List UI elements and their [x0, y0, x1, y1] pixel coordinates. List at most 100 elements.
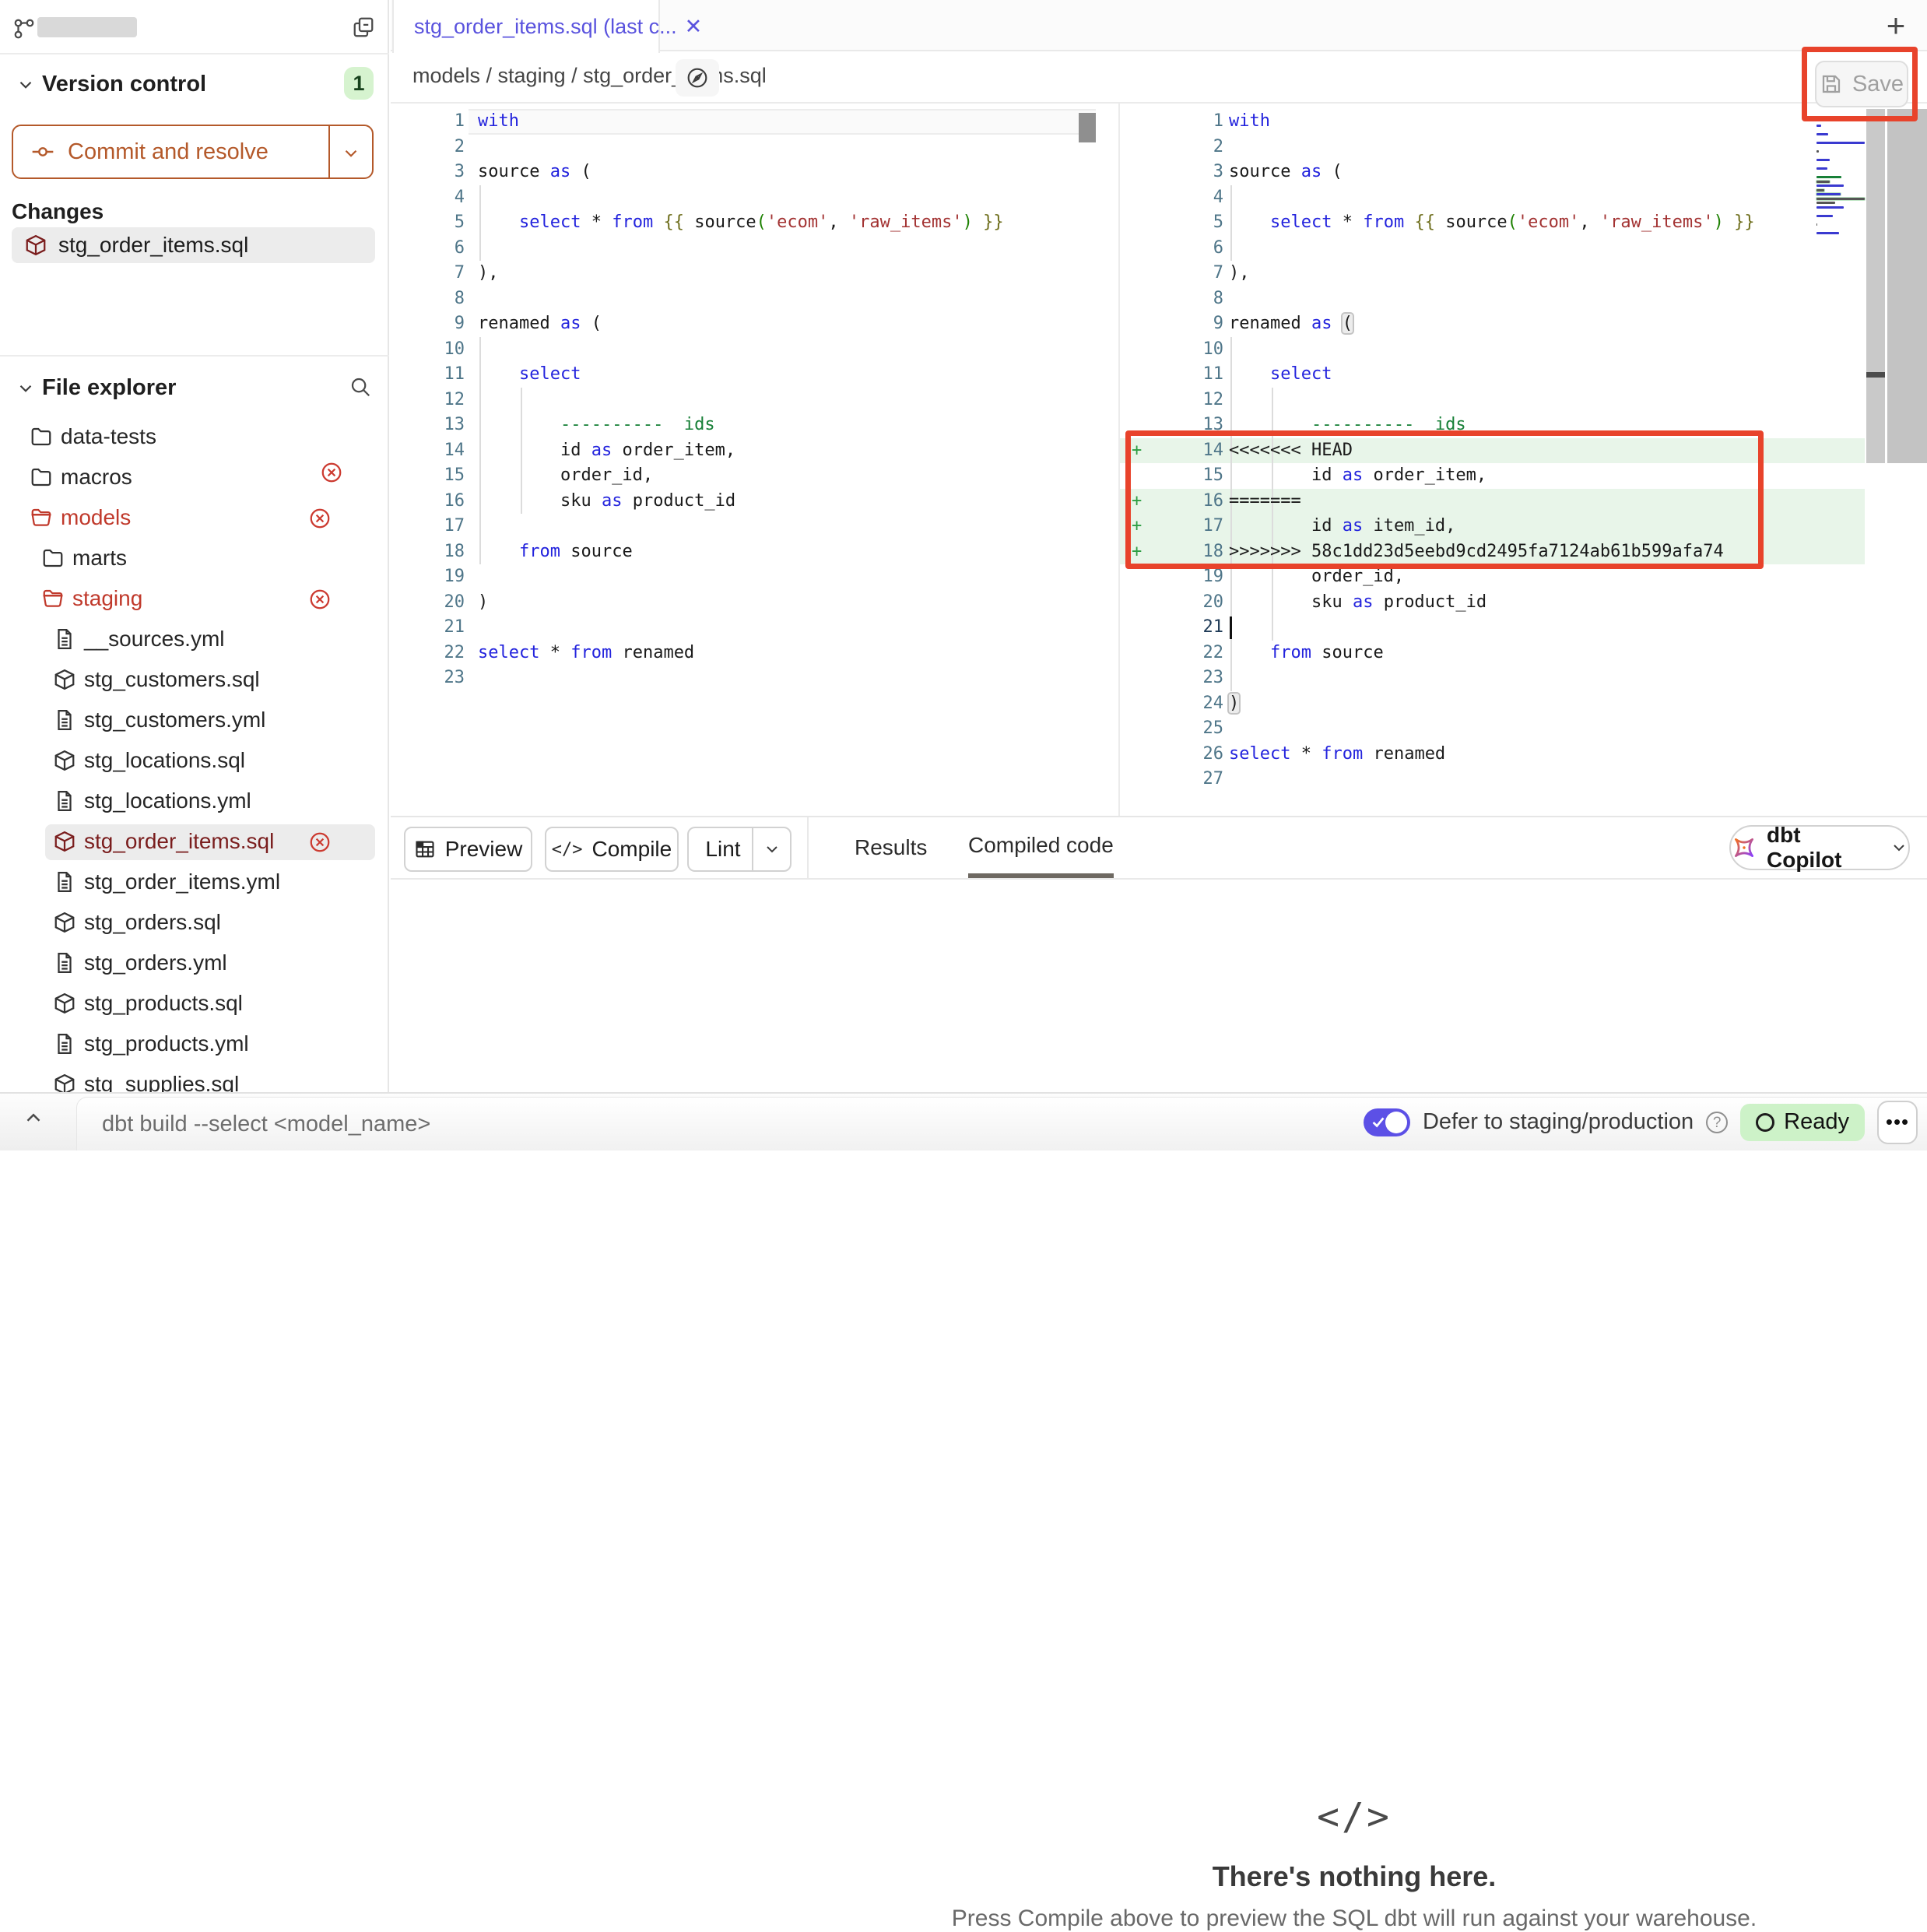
file-item-stg-order-items-yml[interactable]: stg_order_items.yml [0, 862, 389, 903]
minimap[interactable] [1816, 125, 1865, 241]
commit-button-label: Commit and resolve [68, 139, 269, 165]
defer-toggle[interactable] [1364, 1108, 1410, 1136]
file-icon [53, 708, 78, 733]
status-label: Ready [1784, 1109, 1849, 1135]
diff-added-marker: + [1132, 438, 1142, 464]
line-number: 22 [1169, 641, 1223, 666]
file-item-stg-customers-yml[interactable]: stg_customers.yml [0, 701, 389, 741]
commit-and-resolve-button[interactable]: Commit and resolve [12, 125, 374, 179]
file-item-data-tests[interactable]: data-tests [0, 417, 389, 458]
line-number: 12 [410, 388, 465, 413]
lint-dropdown-chevron-icon[interactable] [763, 840, 781, 859]
lineage-button[interactable] [676, 59, 719, 97]
code-line: select [1229, 362, 1332, 388]
model-icon [53, 830, 78, 855]
search-icon[interactable] [349, 375, 372, 399]
more-options-button[interactable]: ••• [1877, 1101, 1918, 1144]
discard-change-icon[interactable] [308, 507, 332, 530]
file-item-stg-products-yml[interactable]: stg_products.yml [0, 1024, 389, 1065]
code-line: ), [1229, 261, 1250, 286]
code-line: select [478, 362, 581, 388]
file-icon [53, 627, 78, 652]
line-number: 2 [1169, 135, 1223, 160]
file-item--sources-yml[interactable]: __sources.yml [0, 620, 389, 660]
model-cube-icon [24, 234, 47, 257]
line-number: 10 [410, 337, 465, 363]
file-item-models[interactable]: models [0, 498, 389, 539]
commit-dropdown-chevron-icon[interactable] [341, 143, 361, 163]
line-number: 23 [1169, 666, 1223, 691]
file-item-stg-orders-yml[interactable]: stg_orders.yml [0, 943, 389, 984]
lint-button[interactable]: Lint [687, 827, 792, 872]
compile-label: Compile [592, 837, 672, 862]
toolbar-divider [807, 817, 809, 878]
code-line: sku as product_id [1229, 590, 1486, 616]
line-number: 16 [1169, 489, 1223, 515]
branch-icon[interactable] [12, 17, 36, 40]
left-scrollbar-thumb[interactable] [1079, 113, 1096, 142]
file-item-stg-locations-sql[interactable]: stg_locations.sql [0, 741, 389, 782]
line-number: 20 [1169, 590, 1223, 616]
line-number: 11 [1169, 362, 1223, 388]
tab-stg-order-items[interactable]: stg_order_items.sql (last c... ✕ [392, 0, 660, 53]
window-scrollbar[interactable] [1887, 109, 1927, 463]
file-item-marts[interactable]: marts [0, 539, 389, 579]
results-toolbar: Preview </> Compile Lint Results Compile… [391, 817, 1927, 880]
line-number: 4 [1169, 185, 1223, 211]
code-line: source as ( [1229, 160, 1343, 185]
file-explorer-title: File explorer [42, 375, 176, 401]
folder-icon [30, 465, 54, 490]
file-item-stg-products-sql[interactable]: stg_products.sql [0, 984, 389, 1024]
version-control-chevron-icon[interactable] [16, 75, 36, 95]
empty-state: </> There's nothing here. Press Compile … [952, 1795, 1757, 1932]
line-number: 7 [410, 261, 465, 286]
copy-icon[interactable] [352, 16, 375, 39]
file-item-label: stg_orders.sql [84, 910, 221, 935]
code-line: from source [478, 539, 633, 565]
tab-compiled-code[interactable]: Compiled code [968, 817, 1114, 878]
branch-name-placeholder[interactable] [37, 17, 137, 37]
line-number: 17 [1169, 514, 1223, 539]
line-number: 23 [410, 666, 465, 691]
line-number: 14 [1169, 438, 1223, 464]
compile-button[interactable]: </> Compile [545, 827, 679, 872]
preview-button[interactable]: Preview [404, 827, 532, 872]
empty-state-title: There's nothing here. [952, 1860, 1757, 1893]
preview-label: Preview [445, 837, 523, 862]
file-item-stg-order-items-sql[interactable]: stg_order_items.sql [0, 822, 389, 862]
code-line: select * from renamed [478, 641, 694, 666]
text-cursor [1230, 616, 1232, 639]
file-item-stg-customers-sql[interactable]: stg_customers.sql [0, 660, 389, 701]
line-number: 10 [1169, 337, 1223, 363]
collapse-chevron-icon[interactable] [22, 1106, 53, 1137]
new-tab-button[interactable]: + [1877, 8, 1915, 45]
tab-close-icon[interactable]: ✕ [685, 15, 703, 39]
line-number: 9 [410, 311, 465, 337]
file-item-stg-orders-sql[interactable]: stg_orders.sql [0, 903, 389, 943]
minimap-scrollbar[interactable] [1866, 109, 1885, 463]
code-line: source as ( [478, 160, 591, 185]
minimap-scrollbar-handle[interactable] [1866, 372, 1885, 378]
file-icon [53, 1032, 78, 1057]
code-pane-current[interactable]: 1with23source as (45 select * from {{ so… [1118, 104, 1927, 816]
line-number: 2 [410, 135, 465, 160]
file-item-macros[interactable]: macros [0, 458, 389, 498]
file-icon [53, 951, 78, 976]
dbt-copilot-button[interactable]: dbt Copilot [1729, 825, 1910, 870]
changed-file-item[interactable]: stg_order_items.sql [12, 227, 375, 263]
file-item-label: stg_customers.yml [84, 708, 265, 732]
code-line: ---------- ids [478, 413, 715, 438]
line-number: 21 [410, 615, 465, 641]
file-explorer-chevron-icon[interactable] [16, 378, 36, 399]
help-icon[interactable]: ? [1706, 1112, 1728, 1133]
code-line: order_id, [1229, 564, 1404, 590]
line-number: 12 [1169, 388, 1223, 413]
code-pane-last-commit[interactable]: 1with23source as (45 select * from {{ so… [391, 104, 1117, 816]
discard-change-icon[interactable] [308, 588, 332, 611]
save-button[interactable]: Save [1815, 61, 1908, 107]
file-item-stg-locations-yml[interactable]: stg_locations.yml [0, 782, 389, 822]
tab-results[interactable]: Results [855, 817, 927, 878]
file-item-staging[interactable]: staging [0, 579, 389, 620]
discard-change-icon[interactable] [308, 831, 332, 854]
command-placeholder: dbt build --select <model_name> [102, 1112, 430, 1137]
